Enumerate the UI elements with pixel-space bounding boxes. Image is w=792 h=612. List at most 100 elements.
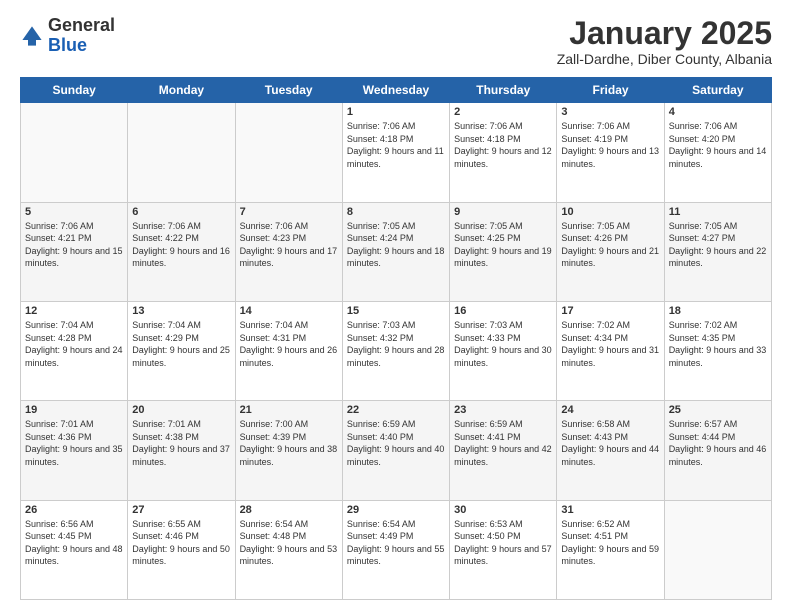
- calendar-week-row: 19Sunrise: 7:01 AM Sunset: 4:36 PM Dayli…: [21, 401, 772, 500]
- table-row: 30 Sunrise: 6:53 AM Sunset: 4:50 PM Dayli…: [450, 500, 557, 599]
- day-info: Sunrise: 7:01 AM Sunset: 4:36 PM Dayligh…: [25, 418, 123, 468]
- table-row: 1 Sunrise: 7:06 AM Sunset: 4:18 PM Daylig…: [342, 103, 449, 202]
- day-number: 17: [561, 305, 659, 317]
- header-thursday: Thursday: [450, 78, 557, 103]
- header-monday: Monday: [128, 78, 235, 103]
- day-number: 11: [669, 206, 767, 218]
- day-info: Sunrise: 7:05 AM Sunset: 4:27 PM Dayligh…: [669, 220, 767, 270]
- table-row: 7 Sunrise: 7:06 AM Sunset: 4:23 PM Daylig…: [235, 202, 342, 301]
- day-number: 14: [240, 305, 338, 317]
- table-row: 2 Sunrise: 7:06 AM Sunset: 4:18 PM Daylig…: [450, 103, 557, 202]
- day-number: 2: [454, 106, 552, 118]
- day-info: Sunrise: 7:02 AM Sunset: 4:34 PM Dayligh…: [561, 319, 659, 369]
- day-info: Sunrise: 6:59 AM Sunset: 4:40 PM Dayligh…: [347, 418, 445, 468]
- day-info: Sunrise: 7:03 AM Sunset: 4:33 PM Dayligh…: [454, 319, 552, 369]
- table-row: 12 Sunrise: 7:04 AM Sunset: 4:28 PM Dayli…: [21, 301, 128, 400]
- table-row: 29Sunrise: 6:54 AM Sunset: 4:49 PM Dayli…: [342, 500, 449, 599]
- day-number: 10: [561, 206, 659, 218]
- logo-general: General: [48, 15, 115, 35]
- day-number: 27: [132, 504, 230, 516]
- table-row: 3Sunrise: 7:06 AM Sunset: 4:19 PM Daylig…: [557, 103, 664, 202]
- day-number: 28: [240, 504, 338, 516]
- day-info: Sunrise: 7:05 AM Sunset: 4:24 PM Dayligh…: [347, 220, 445, 270]
- table-row: 14 Sunrise: 7:04 AM Sunset: 4:31 PM Dayli…: [235, 301, 342, 400]
- day-number: 18: [669, 305, 767, 317]
- page: General Blue January 2025 Zall-Dardhe, D…: [0, 0, 792, 612]
- table-row: [128, 103, 235, 202]
- table-row: 20 Sunrise: 7:01 AM Sunset: 4:38 PM Dayli…: [128, 401, 235, 500]
- day-number: 15: [347, 305, 445, 317]
- table-row: 25Sunrise: 6:57 AM Sunset: 4:44 PM Dayli…: [664, 401, 771, 500]
- day-info: Sunrise: 6:55 AM Sunset: 4:46 PM Dayligh…: [132, 518, 230, 568]
- day-number: 26: [25, 504, 123, 516]
- day-number: 20: [132, 404, 230, 416]
- day-number: 4: [669, 106, 767, 118]
- day-info: Sunrise: 7:06 AM Sunset: 4:21 PM Dayligh…: [25, 220, 123, 270]
- day-info: Sunrise: 7:04 AM Sunset: 4:28 PM Dayligh…: [25, 319, 123, 369]
- logo-blue: Blue: [48, 35, 87, 55]
- month-title: January 2025: [557, 16, 772, 51]
- calendar-week-row: 1 Sunrise: 7:06 AM Sunset: 4:18 PM Daylig…: [21, 103, 772, 202]
- day-number: 3: [561, 106, 659, 118]
- calendar-week-row: 12 Sunrise: 7:04 AM Sunset: 4:28 PM Dayli…: [21, 301, 772, 400]
- title-block: January 2025 Zall-Dardhe, Diber County, …: [557, 16, 772, 67]
- day-info: Sunrise: 7:06 AM Sunset: 4:18 PM Dayligh…: [454, 120, 552, 170]
- day-number: 30: [454, 504, 552, 516]
- table-row: 22 Sunrise: 6:59 AM Sunset: 4:40 PM Dayli…: [342, 401, 449, 500]
- day-number: 24: [561, 404, 659, 416]
- table-row: 13Sunrise: 7:04 AM Sunset: 4:29 PM Dayli…: [128, 301, 235, 400]
- day-info: Sunrise: 6:53 AM Sunset: 4:50 PM Dayligh…: [454, 518, 552, 568]
- table-row: 27 Sunrise: 6:55 AM Sunset: 4:46 PM Dayli…: [128, 500, 235, 599]
- day-info: Sunrise: 7:00 AM Sunset: 4:39 PM Dayligh…: [240, 418, 338, 468]
- day-info: Sunrise: 7:04 AM Sunset: 4:31 PM Dayligh…: [240, 319, 338, 369]
- day-info: Sunrise: 7:06 AM Sunset: 4:23 PM Dayligh…: [240, 220, 338, 270]
- day-number: 12: [25, 305, 123, 317]
- table-row: 31 Sunrise: 6:52 AM Sunset: 4:51 PM Dayli…: [557, 500, 664, 599]
- table-row: 16 Sunrise: 7:03 AM Sunset: 4:33 PM Dayli…: [450, 301, 557, 400]
- calendar-week-row: 26Sunrise: 6:56 AM Sunset: 4:45 PM Dayli…: [21, 500, 772, 599]
- day-number: 22: [347, 404, 445, 416]
- day-info: Sunrise: 7:03 AM Sunset: 4:32 PM Dayligh…: [347, 319, 445, 369]
- day-number: 13: [132, 305, 230, 317]
- day-info: Sunrise: 6:59 AM Sunset: 4:41 PM Dayligh…: [454, 418, 552, 468]
- day-info: Sunrise: 7:05 AM Sunset: 4:26 PM Dayligh…: [561, 220, 659, 270]
- table-row: 8Sunrise: 7:05 AM Sunset: 4:24 PM Daylig…: [342, 202, 449, 301]
- day-info: Sunrise: 7:01 AM Sunset: 4:38 PM Dayligh…: [132, 418, 230, 468]
- day-number: 1: [347, 106, 445, 118]
- header-saturday: Saturday: [664, 78, 771, 103]
- table-row: 18 Sunrise: 7:02 AM Sunset: 4:35 PM Dayli…: [664, 301, 771, 400]
- weekday-header-row: Sunday Monday Tuesday Wednesday Thursday…: [21, 78, 772, 103]
- day-info: Sunrise: 7:02 AM Sunset: 4:35 PM Dayligh…: [669, 319, 767, 369]
- day-number: 5: [25, 206, 123, 218]
- location-subtitle: Zall-Dardhe, Diber County, Albania: [557, 51, 772, 67]
- day-info: Sunrise: 7:06 AM Sunset: 4:20 PM Dayligh…: [669, 120, 767, 170]
- day-number: 23: [454, 404, 552, 416]
- day-info: Sunrise: 6:52 AM Sunset: 4:51 PM Dayligh…: [561, 518, 659, 568]
- table-row: 15 Sunrise: 7:03 AM Sunset: 4:32 PM Dayli…: [342, 301, 449, 400]
- day-number: 21: [240, 404, 338, 416]
- logo-icon: [20, 24, 44, 48]
- day-info: Sunrise: 7:05 AM Sunset: 4:25 PM Dayligh…: [454, 220, 552, 270]
- header: General Blue January 2025 Zall-Dardhe, D…: [20, 16, 772, 67]
- table-row: 5 Sunrise: 7:06 AM Sunset: 4:21 PM Daylig…: [21, 202, 128, 301]
- day-info: Sunrise: 6:57 AM Sunset: 4:44 PM Dayligh…: [669, 418, 767, 468]
- day-info: Sunrise: 7:06 AM Sunset: 4:18 PM Dayligh…: [347, 120, 445, 170]
- day-number: 16: [454, 305, 552, 317]
- day-number: 29: [347, 504, 445, 516]
- day-number: 31: [561, 504, 659, 516]
- header-wednesday: Wednesday: [342, 78, 449, 103]
- table-row: 4 Sunrise: 7:06 AM Sunset: 4:20 PM Daylig…: [664, 103, 771, 202]
- day-info: Sunrise: 6:58 AM Sunset: 4:43 PM Dayligh…: [561, 418, 659, 468]
- day-number: 7: [240, 206, 338, 218]
- logo-text: General Blue: [48, 16, 115, 56]
- table-row: [21, 103, 128, 202]
- day-number: 9: [454, 206, 552, 218]
- table-row: 17 Sunrise: 7:02 AM Sunset: 4:34 PM Dayli…: [557, 301, 664, 400]
- calendar-table: Sunday Monday Tuesday Wednesday Thursday…: [20, 77, 772, 600]
- day-info: Sunrise: 7:06 AM Sunset: 4:22 PM Dayligh…: [132, 220, 230, 270]
- table-row: 28Sunrise: 6:54 AM Sunset: 4:48 PM Dayli…: [235, 500, 342, 599]
- header-tuesday: Tuesday: [235, 78, 342, 103]
- table-row: 10 Sunrise: 7:05 AM Sunset: 4:26 PM Dayli…: [557, 202, 664, 301]
- table-row: 23 Sunrise: 6:59 AM Sunset: 4:41 PM Dayli…: [450, 401, 557, 500]
- table-row: 19Sunrise: 7:01 AM Sunset: 4:36 PM Dayli…: [21, 401, 128, 500]
